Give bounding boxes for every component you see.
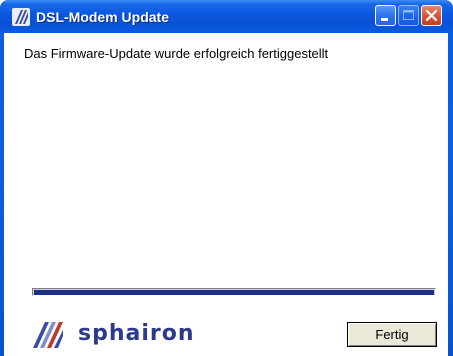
close-icon (425, 9, 438, 22)
maximize-button[interactable] (398, 5, 419, 26)
status-message: Das Firmware-Update wurde erfolgreich fe… (24, 46, 329, 61)
progress-bar (32, 288, 436, 296)
minimize-button[interactable] (375, 5, 396, 26)
title-bar[interactable]: DSL-Modem Update (0, 0, 453, 33)
finish-button[interactable]: Fertig (347, 322, 437, 347)
progress-fill (34, 290, 434, 295)
dialog-body: Das Firmware-Update wurde erfolgreich fe… (4, 33, 448, 356)
close-button[interactable] (421, 5, 442, 26)
window-title: DSL-Modem Update (36, 9, 169, 25)
dialog-window: DSL-Modem Update Das Firmware-Update wur… (0, 0, 453, 356)
minimize-icon (381, 18, 388, 21)
maximize-icon (403, 10, 414, 20)
brand-name: sphairon (78, 321, 195, 346)
app-stripes-icon (12, 8, 30, 26)
sphairon-logo-icon (33, 322, 63, 348)
